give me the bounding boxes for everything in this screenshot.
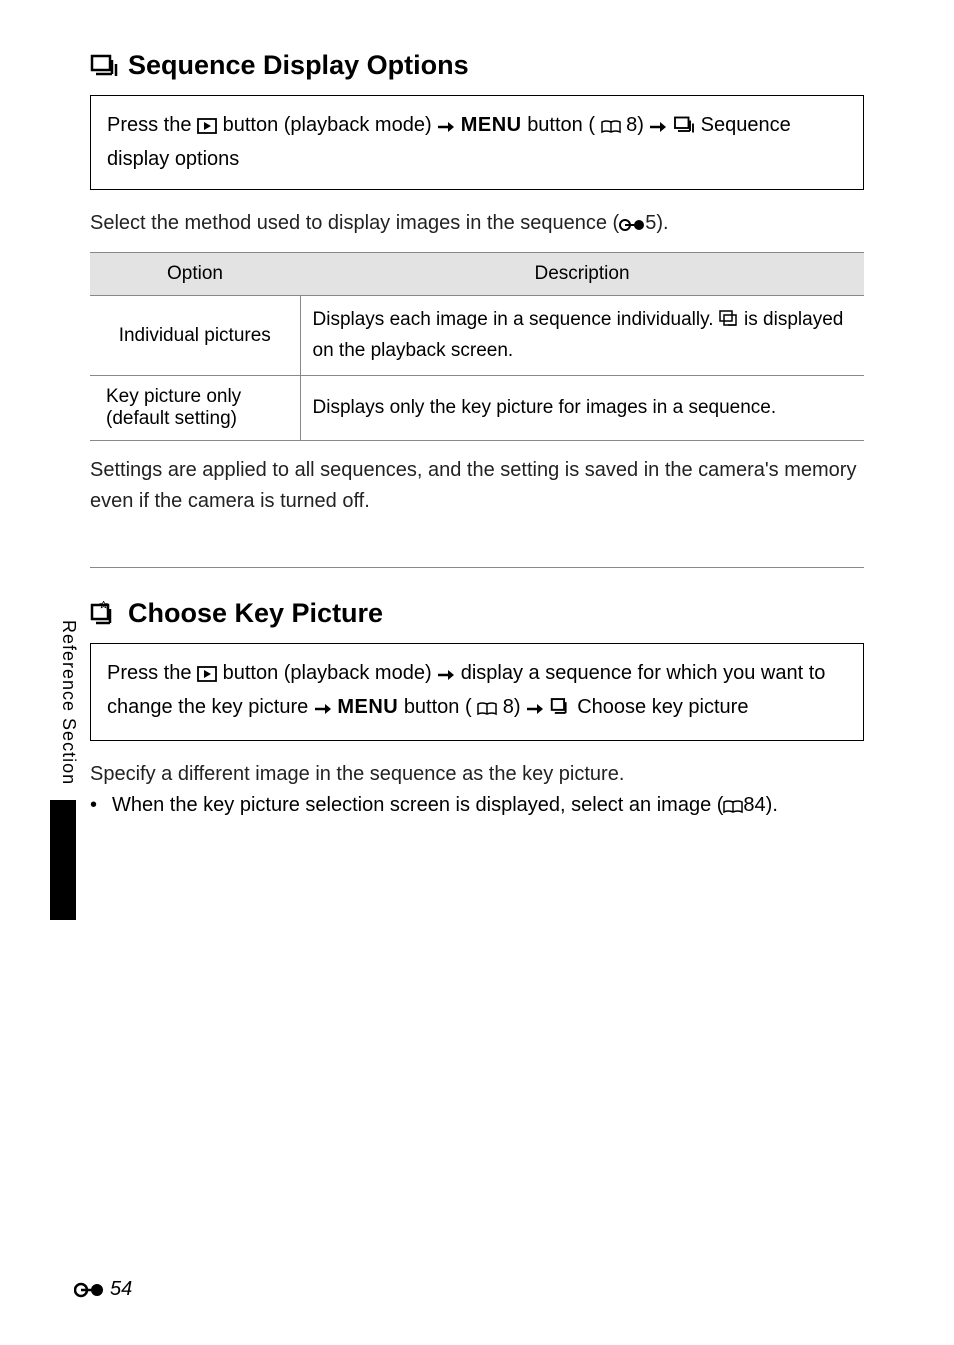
instr-text: button ( (527, 114, 595, 136)
intro-text: Select the method used to display images… (90, 208, 864, 242)
playback-button-icon (197, 117, 223, 139)
sequence-group-icon (90, 54, 118, 78)
intro-part: 5). (645, 212, 668, 234)
instr-text: 8) (626, 114, 649, 136)
bullet-part: When the key picture selection screen is… (112, 794, 723, 816)
page-number: 54 (74, 1274, 132, 1305)
arrow-right-icon (437, 665, 461, 687)
bullet-item: • When the key picture selection screen … (90, 790, 864, 824)
choose-key-picture-icon (550, 699, 578, 721)
ref-link-icon (74, 1274, 104, 1305)
book-ref-icon (477, 699, 503, 721)
desc-text: Displays each image in a sequence indivi… (313, 309, 719, 330)
after-table-text: Settings are applied to all sequences, a… (90, 455, 864, 517)
section2-p1: Specify a different image in the sequenc… (90, 759, 864, 790)
desc-cell: Displays only the key picture for images… (300, 376, 864, 441)
page-number-value: 54 (110, 1278, 132, 1301)
menu-word: MENU (461, 114, 522, 136)
instr-text: button (playback mode) (223, 662, 438, 684)
sidebar-tab (50, 800, 76, 920)
option-line: Key picture only (106, 386, 288, 408)
table-row: Key picture only (default setting) Displ… (90, 376, 864, 441)
instr-text: button (playback mode) (223, 114, 438, 136)
sidebar-section-label: Reference Section (58, 620, 79, 785)
arrow-right-icon (437, 117, 461, 139)
desc-cell: Displays each image in a sequence indivi… (300, 296, 864, 376)
option-line: (default setting) (106, 408, 288, 430)
arrow-right-icon (526, 699, 550, 721)
intro-part: Select the method used to display images… (90, 212, 619, 234)
arrow-right-icon (649, 117, 673, 139)
individual-sequence-icon (719, 312, 739, 333)
option-cell: Key picture only (default setting) (90, 376, 300, 441)
instr-text: Press the (107, 662, 197, 684)
book-ref-icon (601, 117, 627, 139)
book-ref-icon (723, 797, 743, 819)
options-table: Option Description Individual pictures D… (90, 252, 864, 441)
instruction-box: Press the button (playback mode) MENU bu… (90, 95, 864, 190)
ref-link-icon (619, 215, 645, 237)
menu-word: MENU (337, 696, 398, 718)
arrow-right-icon (314, 699, 338, 721)
instruction-box: Press the button (playback mode) display… (90, 643, 864, 741)
instr-text: 8) (503, 696, 526, 718)
bullet-dot: • (90, 790, 104, 824)
playback-button-icon (197, 665, 223, 687)
bullet-part: 84). (743, 794, 777, 816)
sequence-group-icon (673, 117, 701, 139)
table-row: Individual pictures Displays each image … (90, 296, 864, 376)
table-header-desc: Description (300, 253, 864, 296)
option-cell: Individual pictures (90, 296, 300, 376)
table-header-option: Option (90, 253, 300, 296)
section-divider (90, 567, 864, 568)
bullet-text: When the key picture selection screen is… (112, 790, 778, 824)
section-title: Sequence Display Options (128, 50, 469, 81)
choose-key-picture-icon (90, 601, 118, 627)
section-title: Choose Key Picture (128, 598, 383, 629)
instr-text: button ( (404, 696, 472, 718)
instr-text: Choose key picture (577, 696, 748, 718)
instr-text: Press the (107, 114, 197, 136)
